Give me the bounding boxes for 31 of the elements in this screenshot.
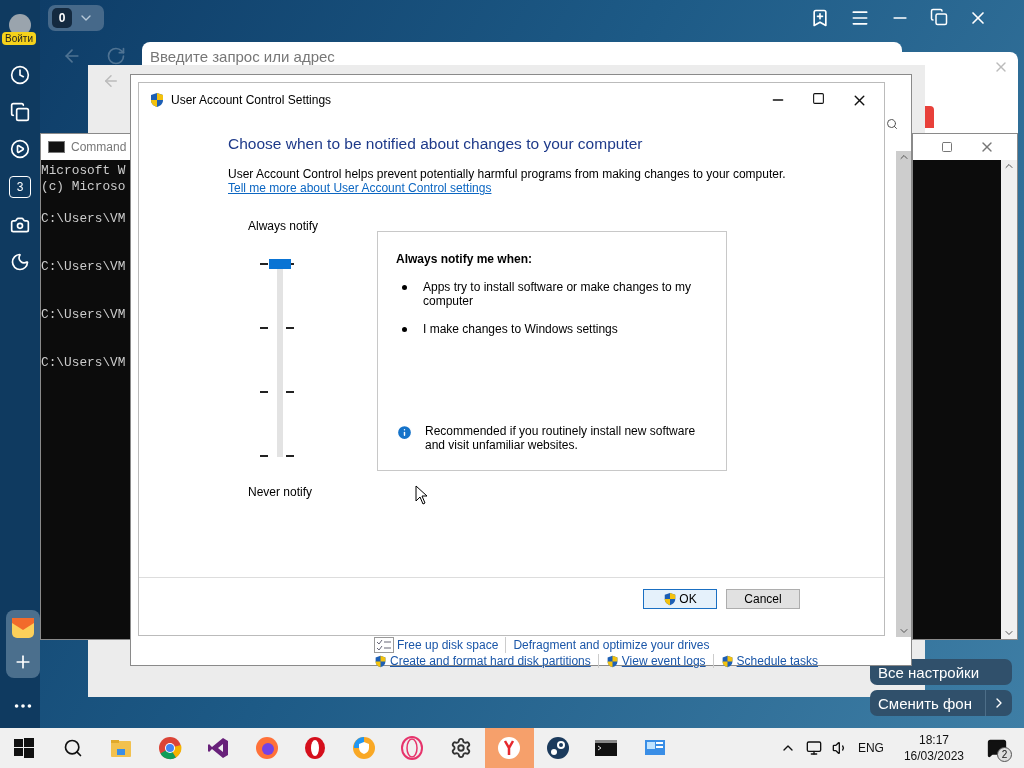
console-line: Microsoft W <box>41 163 127 179</box>
language-indicator[interactable]: ENG <box>857 741 884 755</box>
slider-bottom-label: Never notify <box>248 485 314 499</box>
task-link[interactable]: Free up disk space <box>367 637 507 653</box>
widget-button[interactable]: Все настройки <box>870 659 1012 685</box>
clock[interactable]: 18:17 16/03/2023 <box>903 732 964 764</box>
profile-button[interactable]: Войти <box>2 14 38 48</box>
task-link[interactable]: Defragment and optimize your drives <box>506 638 717 652</box>
dialog-heading: Choose when to be notified about changes to your computer <box>228 135 644 153</box>
console-line: C:\Users\VM <box>41 211 127 227</box>
console-line: (c) Microso <box>41 179 127 195</box>
window-title: Command <box>71 140 127 154</box>
panel-heading: Always notify me when: <box>396 252 534 266</box>
dialog-button[interactable]: OK <box>643 589 717 609</box>
task-link[interactable]: View event logs <box>598 654 714 668</box>
task-link[interactable]: Schedule tasks <box>713 654 825 668</box>
tab-counter[interactable]: 0 <box>48 5 104 31</box>
console-line: C:\Users\VM <box>41 355 127 371</box>
description-text: User Account Control helps prevent potentially harmful programs from making changes to your computer. <box>228 167 787 181</box>
console-line: C:\Users\VM <box>41 259 127 275</box>
dialog-button[interactable]: Cancel <box>726 589 800 609</box>
task-link[interactable]: Create and format hard disk partitions <box>367 654 599 668</box>
bullet-text: I make changes to Windows settings <box>423 322 618 336</box>
sidebar-counter[interactable]: 3 <box>9 176 31 198</box>
note-text: Recommended if you routinely install new software and visit unfamiliar websites. <box>425 424 697 452</box>
widget-button[interactable]: Сменить фон <box>870 690 1012 716</box>
bullet-text: Apps try to install software or make changes to my computer <box>423 280 693 308</box>
window-title: User Account Control Settings <box>171 93 332 107</box>
console-line: C:\Users\VM <box>41 307 127 323</box>
help-link[interactable]: Tell me more about User Account Control settings <box>228 181 492 195</box>
slider-top-label: Always notify <box>248 219 320 233</box>
